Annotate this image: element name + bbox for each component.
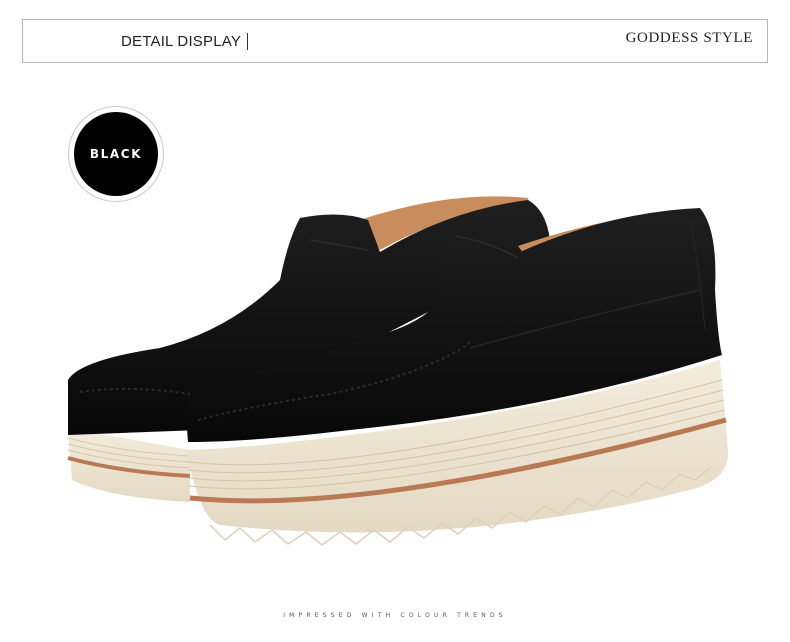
header-left: DETAIL DISPLAY [121, 33, 249, 50]
footer-tagline: IMPRESSED WITH COLOUR TRENDS [283, 612, 507, 619]
color-label: BLACK [89, 147, 143, 161]
front-shoe [186, 208, 729, 546]
header-bar: DETAIL DISPLAY GODDESS STYLE [22, 19, 768, 63]
platform-loafer-shoes-image [67, 196, 729, 546]
header-divider [247, 33, 249, 50]
goddess-style-title: GODDESS STYLE [625, 30, 753, 46]
detail-display-title: DETAIL DISPLAY [121, 33, 242, 50]
